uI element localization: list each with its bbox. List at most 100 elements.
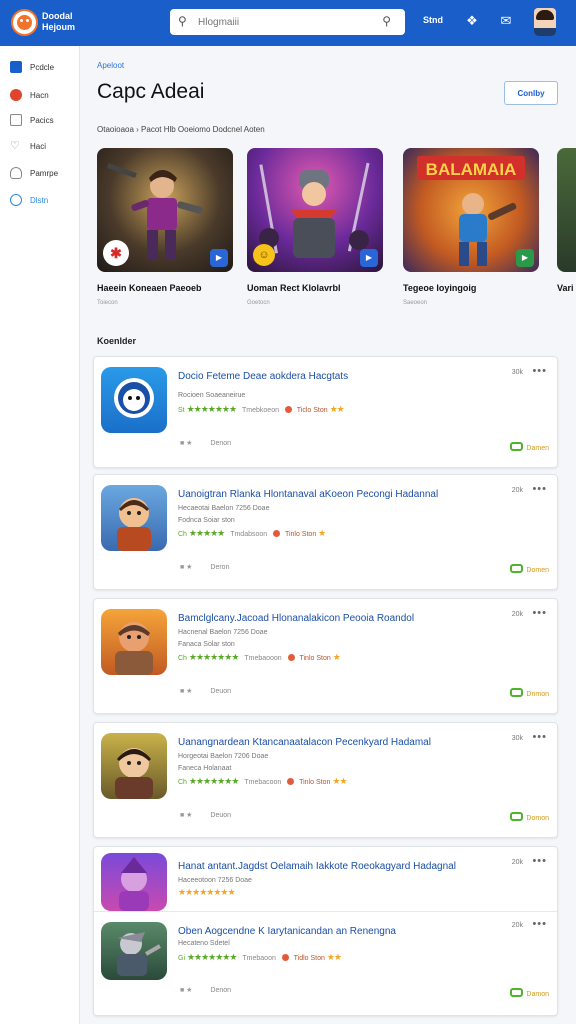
app-title[interactable]: Oben Aogcendne K Iarytanicandan an Renen… xyxy=(178,926,396,937)
app-icon[interactable] xyxy=(101,609,167,675)
tag-dot-icon xyxy=(287,654,295,661)
featured-card-2[interactable]: ☺ ▶ xyxy=(247,148,383,272)
breadcrumb[interactable]: Apeloot xyxy=(97,61,124,70)
sidebar-item-label: Pacics xyxy=(30,115,54,125)
rating-row: ★★★★★★★★ xyxy=(178,887,236,898)
rating-row: Ch ★★★★★★★ Tmebacoon Tinlo Ston ★★ xyxy=(178,776,347,786)
app-card[interactable]: Docio Feteme Deae aokdera Hacgtats Rocio… xyxy=(93,356,558,468)
home-icon xyxy=(10,89,22,101)
more-options-icon[interactable]: ••• xyxy=(532,731,547,743)
download-count: 20k xyxy=(511,487,523,494)
featured-name-1[interactable]: Haeein Koneaen Paeoeb xyxy=(97,283,202,293)
sidebar-item-pamrpe[interactable]: Pamrpe xyxy=(10,164,58,182)
featured-card-3[interactable]: BALAMAIA ▶ xyxy=(403,148,539,272)
featured-banner-text: BALAMAIA xyxy=(426,160,517,179)
app-icon[interactable] xyxy=(101,922,167,980)
brand-name: Doodal Hejoum xyxy=(42,11,75,33)
app-subtitle: Horgeotai Baelon 7206 Doae xyxy=(178,753,269,760)
award-icon: ★★ xyxy=(329,404,345,414)
install-button[interactable]: Damen xyxy=(510,442,549,452)
app-logo[interactable] xyxy=(11,9,38,36)
sidebar-item-pcdcle[interactable]: Pcdcle xyxy=(10,58,54,76)
sidebar-item-pacics[interactable]: Pacics xyxy=(10,111,54,129)
download-count: 20k xyxy=(511,922,523,929)
install-button[interactable]: Domen xyxy=(510,564,549,574)
featured-name-2[interactable]: Uoman Rect Klolavrbl xyxy=(247,283,341,293)
tag-dot-icon xyxy=(287,778,295,785)
app-card-nested[interactable]: Oben Aogcendne K Iarytanicandan an Renen… xyxy=(94,911,557,1016)
app-title[interactable]: Hanat antant.Jagdst Oelamaih Iakkote Roe… xyxy=(178,861,456,872)
app-title[interactable]: Docio Feteme Deae aokdera Hacgtats xyxy=(178,371,348,382)
search-input[interactable] xyxy=(198,14,378,30)
sidebar-item-hacn[interactable]: Hacn xyxy=(10,86,49,104)
list-icon xyxy=(10,114,22,126)
install-button[interactable]: Damon xyxy=(510,988,549,998)
more-options-icon[interactable]: ••• xyxy=(532,607,547,619)
app-subtitle-2: Faneca Holanaat xyxy=(178,765,232,772)
featured-card-1[interactable]: ✱ ▶ xyxy=(97,148,233,272)
featured-card-4[interactable] xyxy=(557,148,576,272)
game-badge-icon: ✱ xyxy=(103,240,129,266)
top-link[interactable]: Stnd xyxy=(423,15,443,25)
sidebar-item-dlstn[interactable]: Dlstn xyxy=(10,191,48,209)
app-card[interactable]: Hanat antant.Jagdst Oelamaih Iakkote Roe… xyxy=(93,846,558,1016)
app-card[interactable]: Bamclglcany.Jacoad Hlonanalakicon Peooia… xyxy=(93,598,558,714)
app-icon[interactable] xyxy=(101,733,167,799)
main-content: Apeloot Capc Adeai Conlby Otaoioaoa › Pa… xyxy=(80,46,576,1024)
grid-icon xyxy=(10,61,22,73)
app-icon[interactable] xyxy=(101,853,167,911)
tag-dot-icon xyxy=(284,406,292,413)
controller-icon xyxy=(510,812,524,821)
featured-name-4[interactable]: Vari xyxy=(557,283,574,293)
platform-icon: ▶ xyxy=(516,249,534,267)
star-rating-icon: ★★★★★★★ xyxy=(188,776,239,786)
platform-icon: ▶ xyxy=(360,249,378,267)
sidebar: Pcdcle Hacn Pacics ♡ Haci Pamrpe Dlstn xyxy=(0,46,80,1024)
controller-icon xyxy=(510,688,524,697)
more-options-icon[interactable]: ••• xyxy=(532,365,547,377)
award-icon: ★ xyxy=(318,528,326,538)
contact-button[interactable]: Conlby xyxy=(504,81,558,105)
controller-icon xyxy=(510,442,524,451)
featured-name-3[interactable]: Tegeoe Ioyingoig xyxy=(403,283,476,293)
search-bar[interactable]: ⚲ ⚲ xyxy=(170,9,405,35)
notification-icon[interactable]: ✉ xyxy=(497,12,515,30)
app-title[interactable]: Uanoigtran Rlanka Hlontanaval aKoeon Pec… xyxy=(178,489,438,500)
heart-icon: ♡ xyxy=(10,140,20,152)
app-card[interactable]: Uanoigtran Rlanka Hlontanaval aKoeon Pec… xyxy=(93,474,558,590)
app-footer: ■ ★ Deuon xyxy=(180,812,232,819)
app-card[interactable]: Uanangnardean Ktancanaatalacon Pecenkyar… xyxy=(93,722,558,838)
install-button[interactable]: Domon xyxy=(510,812,549,822)
award-icon: ★★ xyxy=(326,952,342,962)
app-footer: ■ ★ Deuon xyxy=(180,688,232,695)
app-footer: ■ ★ Deron xyxy=(180,564,230,571)
app-subtitle: Hecateno Sdetel xyxy=(178,940,230,947)
avatar[interactable] xyxy=(534,8,556,36)
controller-icon[interactable]: ❖ xyxy=(463,12,481,30)
brand-line-2: Hejoum xyxy=(42,22,76,32)
app-icon[interactable] xyxy=(101,367,167,433)
app-icon[interactable] xyxy=(101,485,167,551)
app-title[interactable]: Bamclglcany.Jacoad Hlonanalakicon Peooia… xyxy=(178,613,414,624)
app-subtitle-2: Fodnca Soiar ston xyxy=(178,517,235,524)
game-badge-icon: ☺ xyxy=(253,244,275,266)
star-rating-icon: ★★★★★★★★ xyxy=(178,887,236,897)
brand-line-1: Doodal xyxy=(42,11,73,21)
sidebar-item-haci[interactable]: ♡ Haci xyxy=(10,137,46,155)
sidebar-item-label: Dlstn xyxy=(30,195,49,205)
install-button[interactable]: Dnmon xyxy=(510,688,549,698)
more-options-icon[interactable]: ••• xyxy=(532,918,547,930)
cloud-icon xyxy=(10,167,22,179)
more-options-icon[interactable]: ••• xyxy=(532,855,547,867)
more-options-icon[interactable]: ••• xyxy=(532,483,547,495)
star-rating-icon: ★★★★★ xyxy=(188,528,225,538)
page-title: Capc Adeai xyxy=(97,80,205,103)
settings-icon xyxy=(10,194,22,206)
search-submit-icon[interactable]: ⚲ xyxy=(382,14,391,28)
app-title[interactable]: Uanangnardean Ktancanaatalacon Pecenkyar… xyxy=(178,737,431,748)
app-subtitle: Hecaeotai Baelon 7256 Doae xyxy=(178,505,270,512)
featured-meta-1: Toiecon xyxy=(97,300,118,306)
app-footer: ■ ★ Denon xyxy=(180,987,232,994)
sidebar-item-label: Pcdcle xyxy=(30,62,55,72)
tag-dot-icon xyxy=(273,530,281,537)
